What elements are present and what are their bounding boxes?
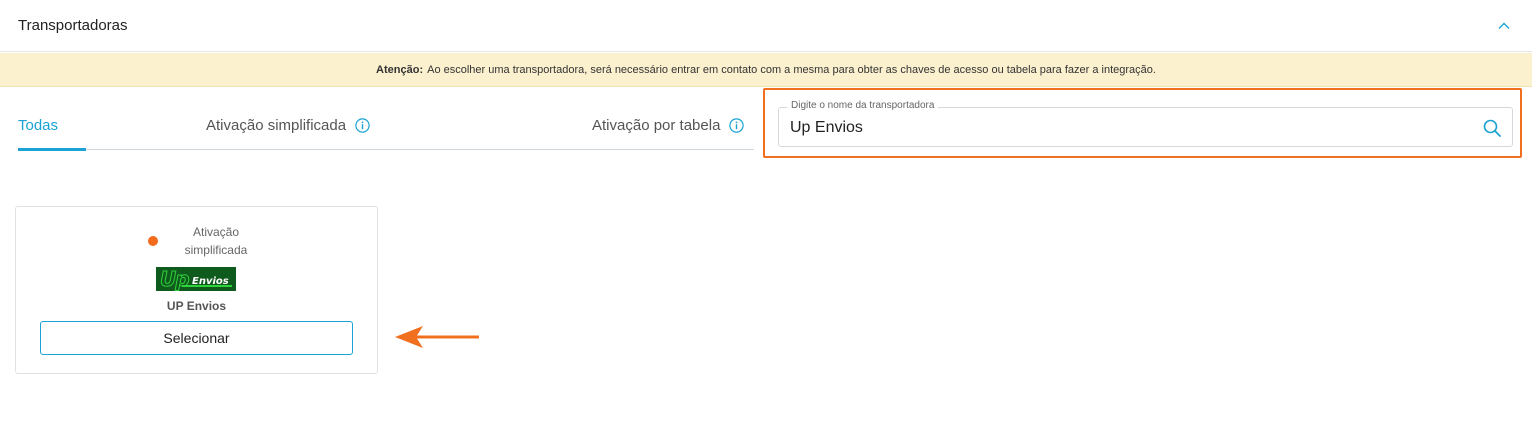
tab-todas[interactable]: Todas — [18, 100, 87, 151]
section-header[interactable]: Transportadoras — [0, 0, 1532, 52]
search-input[interactable] — [790, 116, 1470, 140]
info-icon[interactable] — [729, 117, 745, 133]
carrier-card: Ativação simplificada Up Envios UP Envio… — [15, 206, 378, 374]
status-dot — [148, 236, 158, 246]
status-text: Ativação simplificada — [184, 225, 248, 257]
search-field[interactable]: Digite o nome da transportadora — [778, 100, 1513, 147]
carriers-page: Transportadoras Atenção: Ao escolher uma… — [0, 0, 1532, 427]
tab-label: Todas — [18, 116, 59, 134]
search-icon[interactable] — [1482, 118, 1502, 138]
info-icon[interactable] — [355, 117, 370, 133]
attention-message: Ao escolher uma transportadora, será nec… — [427, 63, 1156, 76]
activation-status: Ativação simplificada — [148, 223, 268, 259]
select-button[interactable]: Selecionar — [40, 321, 353, 355]
attention-label: Atenção: — [376, 63, 424, 76]
search-label: Digite o nome da transportadora — [787, 100, 939, 111]
arrow-left-icon — [395, 326, 479, 348]
attention-banner: Atenção: Ao escolher uma transportadora,… — [0, 53, 1532, 87]
carrier-logo: Up Envios — [156, 267, 236, 291]
logo-text-main: Up — [160, 267, 191, 291]
chevron-up-icon[interactable] — [1494, 16, 1514, 36]
tab-label: Ativação por tabela — [592, 116, 721, 134]
tab-label: Ativação simplificada — [206, 116, 347, 134]
carrier-name: UP Envios — [166, 299, 227, 313]
tab-ativacao-simplificada[interactable]: Ativação simplificada — [206, 100, 370, 150]
tab-ativacao-por-tabela[interactable]: Ativação por tabela — [592, 100, 745, 150]
section-title: Transportadoras — [18, 17, 128, 34]
filter-tabs: Todas Ativação simplificada Ativação por… — [18, 100, 754, 151]
logo-stripe — [182, 285, 232, 287]
